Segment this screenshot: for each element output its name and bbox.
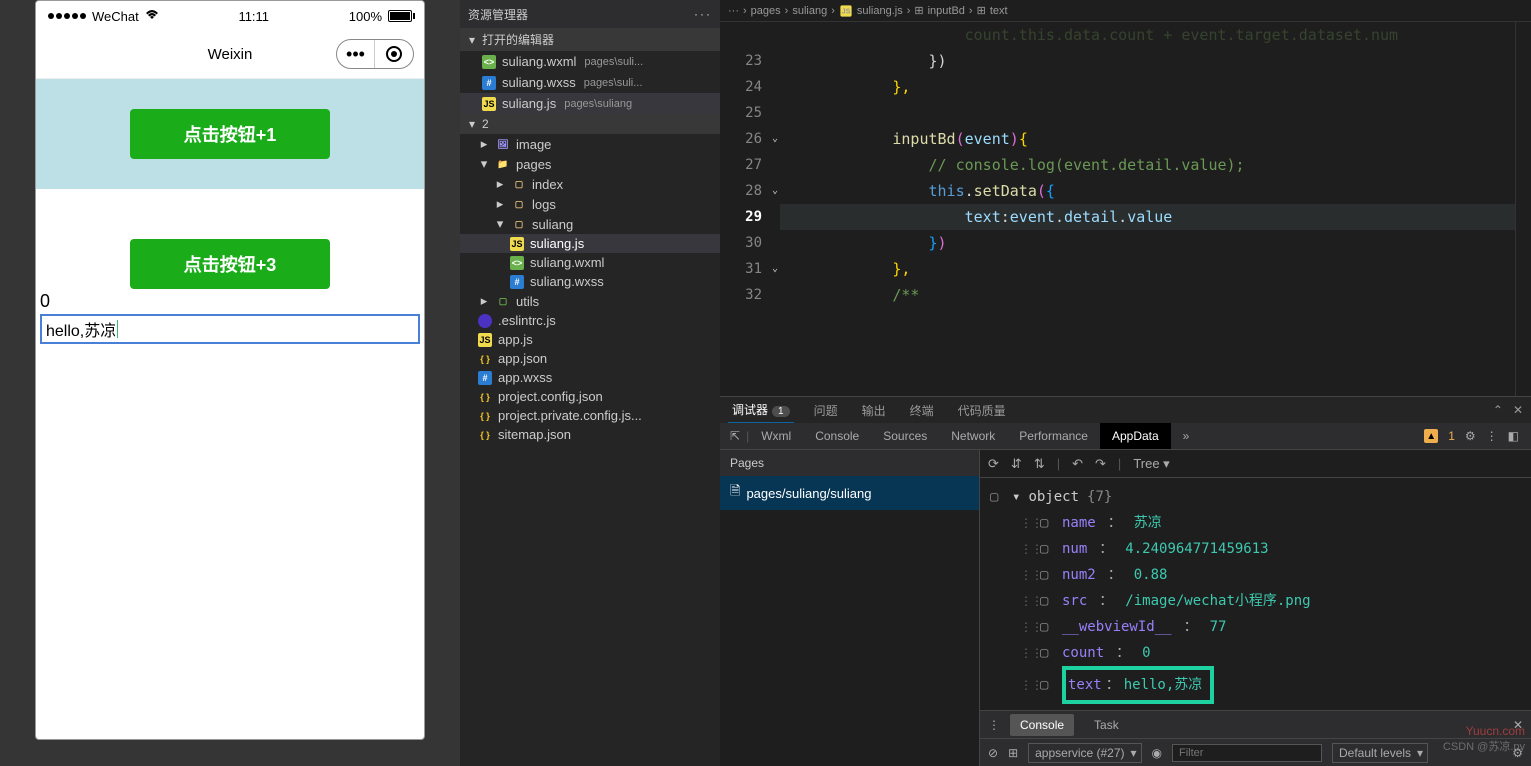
refresh-icon[interactable]: ⟳ xyxy=(988,456,999,472)
tab-performance[interactable]: Performance xyxy=(1007,423,1100,449)
levels-select[interactable]: Default levels xyxy=(1332,743,1428,763)
bottom-tabs: 调试器1 问题 输出 终端 代码质量 ⌃ ✕ xyxy=(720,397,1531,423)
highlighted-text-entry: text：hello,苏凉 xyxy=(1062,666,1214,704)
tab-network[interactable]: Network xyxy=(939,423,1007,449)
battery-label: 100% xyxy=(349,9,382,24)
file-icon: 🗎 xyxy=(730,482,740,504)
file-project-config[interactable]: { }project.config.json xyxy=(460,387,720,406)
watermark-top: Yuucn.com xyxy=(1466,724,1525,738)
minimap[interactable] xyxy=(1515,22,1531,396)
menu-icon[interactable]: ⋮ xyxy=(988,718,1000,732)
filter-input[interactable] xyxy=(1172,744,1322,762)
folder-logs[interactable]: ▸▢logs xyxy=(460,194,720,214)
close-icon[interactable]: ✕ xyxy=(1513,403,1523,417)
appdata-toolbar: ⟳ ⇵ ⇅ | ↶ ↷ | Tree ▾ xyxy=(980,450,1531,478)
file-app-json[interactable]: { }app.json xyxy=(460,349,720,368)
simulator-panel: WeChat 11:11 100% Weixin ••• xyxy=(0,0,460,766)
title-bar: Weixin ••• xyxy=(36,31,424,79)
open-file-js[interactable]: JSsuliang.jspages\suliang xyxy=(460,93,720,114)
tab-output[interactable]: 输出 xyxy=(858,398,890,423)
tab-more[interactable]: » xyxy=(1171,423,1202,449)
eye-icon[interactable]: ◉ xyxy=(1152,746,1162,760)
chevron-up-icon[interactable]: ⌃ xyxy=(1493,403,1503,417)
folder-utils[interactable]: ▸▢utils xyxy=(460,291,720,311)
bottom-panel: 调试器1 问题 输出 终端 代码质量 ⌃ ✕ ⇱ | Wxml Console … xyxy=(720,396,1531,766)
status-bar: WeChat 11:11 100% xyxy=(36,1,424,31)
folder-image[interactable]: ▸🖼image xyxy=(460,134,720,154)
code-editor[interactable]: 23 24 25 26 27 28 29 30 31 32 ⌄ ⌄ ⌄ coun… xyxy=(720,22,1531,396)
inspect-icon[interactable]: ⇱ xyxy=(724,429,746,443)
pages-panel: Pages 🗎 pages/suliang/suliang xyxy=(720,450,980,766)
page-item[interactable]: 🗎 pages/suliang/suliang xyxy=(720,476,979,510)
editor-panel: ···› pages› suliang› JSsuliang.js› ⊞inpu… xyxy=(720,0,1531,766)
chevron-down-icon: ▾ xyxy=(466,33,478,47)
file-suliang-js[interactable]: JSsuliang.js xyxy=(460,234,720,253)
open-file-wxss[interactable]: #suliang.wxsspages\suli... xyxy=(460,72,720,93)
redo-icon[interactable]: ↷ xyxy=(1095,456,1106,472)
menu-icon[interactable]: ⋮ xyxy=(1486,429,1498,443)
text-input[interactable]: hello,苏凉 xyxy=(40,314,420,344)
count-display: 0 xyxy=(36,289,424,312)
phone-body: 点击按钮+1 点击按钮+3 0 hello,苏凉 xyxy=(36,79,424,344)
app-title: Weixin xyxy=(208,46,253,63)
button-plus-1[interactable]: 点击按钮+1 xyxy=(130,109,330,159)
dock-icon[interactable]: ◧ xyxy=(1508,429,1519,443)
console-drawer-tabs: ⋮ Console Task ✕ xyxy=(980,710,1531,738)
folder-index[interactable]: ▸▢index xyxy=(460,174,720,194)
menu-icon[interactable]: ••• xyxy=(337,40,375,68)
carrier-label: WeChat xyxy=(92,9,139,24)
context-select[interactable]: appservice (#27) xyxy=(1028,743,1141,763)
file-app-wxss[interactable]: #app.wxss xyxy=(460,368,720,387)
chevron-down-icon: ▾ xyxy=(466,117,478,131)
explorer-panel: 资源管理器 ··· ▾ 打开的编辑器 <>suliang.wxmlpages\s… xyxy=(460,0,720,766)
folder-pages[interactable]: ▾📁pages xyxy=(460,154,720,174)
tab-debugger[interactable]: 调试器1 xyxy=(728,397,794,423)
tab-wxml[interactable]: Wxml xyxy=(749,423,803,449)
line-gutter: 23 24 25 26 27 28 29 30 31 32 ⌄ ⌄ ⌄ xyxy=(720,22,780,396)
appdata-tree[interactable]: ▢▾ object {7} ⋮⋮▢ name：苏凉 ⋮⋮▢ num：4.2409… xyxy=(980,478,1531,710)
tab-terminal[interactable]: 终端 xyxy=(906,398,938,423)
file-suliang-wxml[interactable]: <>suliang.wxml xyxy=(460,253,720,272)
more-icon[interactable]: ··· xyxy=(694,7,712,21)
warning-icon[interactable]: ▲ xyxy=(1424,429,1438,443)
clear-icon[interactable]: ⊘ xyxy=(988,746,998,760)
open-editors-header[interactable]: ▾ 打开的编辑器 xyxy=(460,28,720,51)
watermark-bottom: CSDN @苏凉.py xyxy=(1443,738,1525,754)
battery-icon xyxy=(388,10,412,22)
breadcrumb[interactable]: ···› pages› suliang› JSsuliang.js› ⊞inpu… xyxy=(720,0,1531,22)
appdata-panel: ⟳ ⇵ ⇅ | ↶ ↷ | Tree ▾ ▢▾ object {7} ⋮⋮▢ n… xyxy=(980,450,1531,766)
tab-quality[interactable]: 代码质量 xyxy=(954,398,1010,423)
wifi-icon xyxy=(145,9,159,24)
time-label: 11:11 xyxy=(238,9,269,24)
project-header[interactable]: ▾ 2 xyxy=(460,114,720,134)
tab-sources[interactable]: Sources xyxy=(871,423,939,449)
file-suliang-wxss[interactable]: #suliang.wxss xyxy=(460,272,720,291)
expand-icon[interactable]: ⇵ xyxy=(1011,456,1022,472)
tab-console[interactable]: Console xyxy=(803,423,871,449)
file-project-private[interactable]: { }project.private.config.js... xyxy=(460,406,720,425)
capsule-buttons[interactable]: ••• xyxy=(336,39,414,69)
undo-icon[interactable]: ↶ xyxy=(1072,456,1083,472)
file-app-js[interactable]: JSapp.js xyxy=(460,330,720,349)
devtools-tabs: ⇱ | Wxml Console Sources Network Perform… xyxy=(720,423,1531,450)
phone-frame: WeChat 11:11 100% Weixin ••• xyxy=(35,0,425,740)
pages-header: Pages xyxy=(720,450,979,476)
tab-problems[interactable]: 问题 xyxy=(810,398,842,423)
sidebar-icon[interactable]: ⊞ xyxy=(1008,746,1018,760)
tab-console-drawer[interactable]: Console xyxy=(1010,714,1074,736)
gear-icon[interactable]: ⚙ xyxy=(1465,429,1476,443)
view-mode[interactable]: Tree ▾ xyxy=(1133,456,1169,472)
file-sitemap[interactable]: { }sitemap.json xyxy=(460,425,720,444)
collapse-icon[interactable]: ⇅ xyxy=(1034,456,1045,472)
explorer-title: 资源管理器 xyxy=(468,6,528,23)
folder-suliang[interactable]: ▾▢suliang xyxy=(460,214,720,234)
tab-appdata[interactable]: AppData xyxy=(1100,423,1171,449)
open-file-wxml[interactable]: <>suliang.wxmlpages\suli... xyxy=(460,51,720,72)
tab-task[interactable]: Task xyxy=(1084,714,1129,736)
button-plus-3[interactable]: 点击按钮+3 xyxy=(130,239,330,289)
file-eslintrc[interactable]: .eslintrc.js xyxy=(460,311,720,330)
close-target-icon[interactable] xyxy=(375,40,413,68)
